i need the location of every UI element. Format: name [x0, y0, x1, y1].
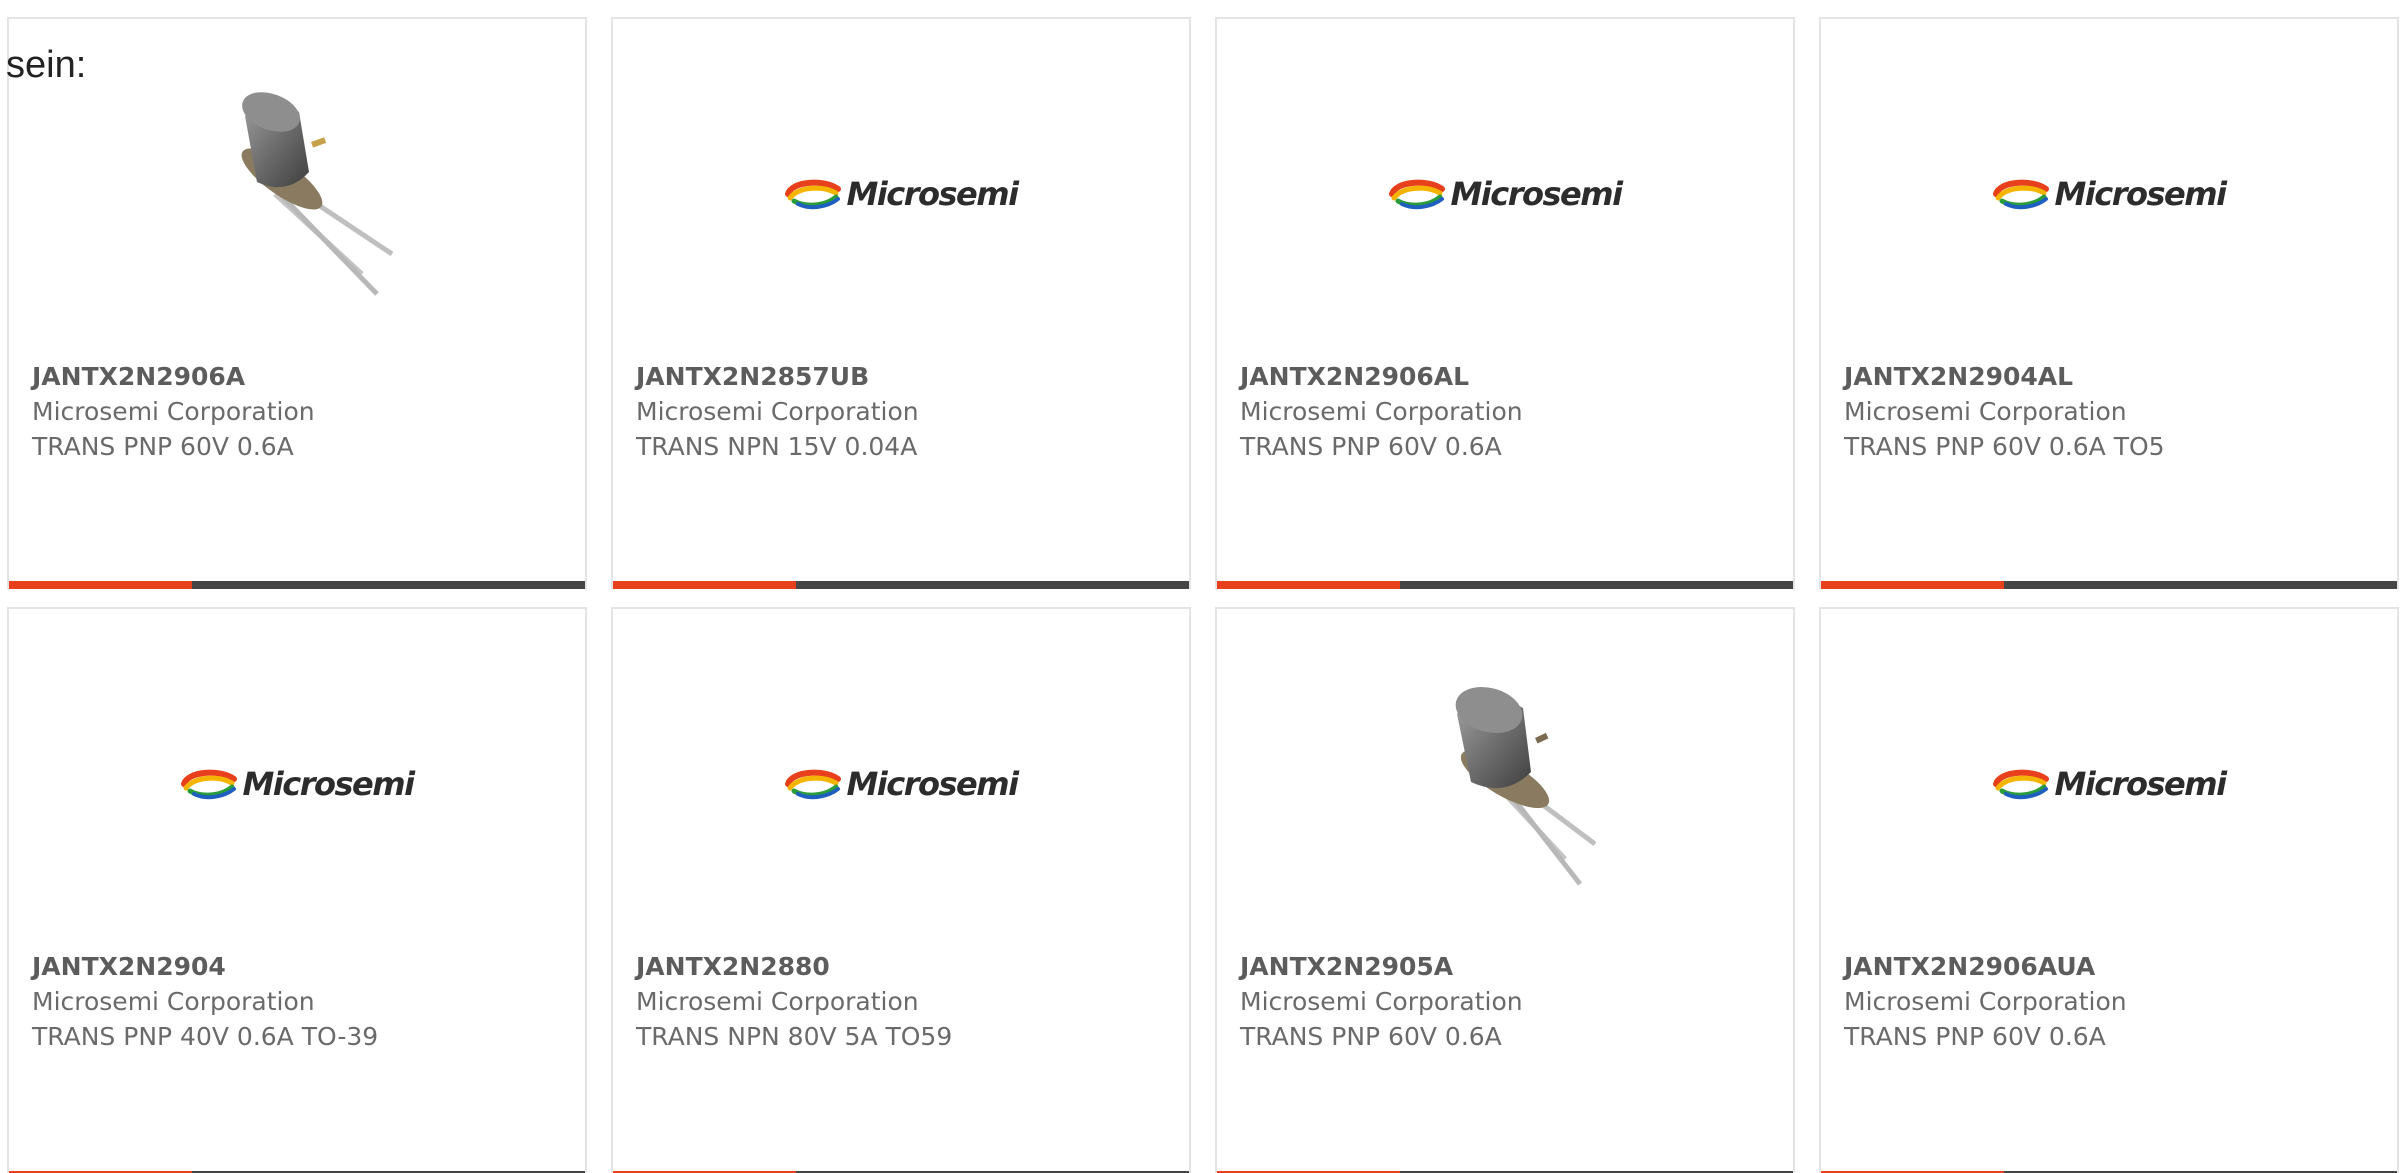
microsemi-swirl-icon	[181, 769, 238, 800]
manufacturer: Microsemi Corporation	[1844, 987, 2127, 1016]
product-grid: JANTX2N2906A Microsemi Corporation TRANS…	[7, 17, 2399, 1173]
part-number[interactable]: JANTX2N2906A	[32, 359, 565, 394]
transistor-image	[1217, 649, 1793, 919]
logo-text: Microsemi	[2054, 765, 2227, 803]
manufacturer: Microsemi Corporation	[636, 397, 919, 426]
accent-bar	[613, 581, 1189, 589]
product-card[interactable]: Microsemi JANTX2N2880 Microsemi Corporat…	[611, 607, 1191, 1173]
microsemi-swirl-icon	[1993, 769, 2050, 800]
description: TRANS NPN 15V 0.04A	[636, 432, 918, 461]
logo-text: Microsemi	[2054, 175, 2227, 213]
part-number[interactable]: JANTX2N2857UB	[636, 359, 1169, 394]
transistor-image	[9, 59, 585, 329]
product-card[interactable]: Microsemi JANTX2N2906AUA Microsemi Corpo…	[1819, 607, 2399, 1173]
description: TRANS NPN 80V 5A TO59	[636, 1022, 953, 1051]
product-card[interactable]: Microsemi JANTX2N2857UB Microsemi Corpor…	[611, 17, 1191, 589]
microsemi-swirl-icon	[1389, 179, 1446, 210]
manufacturer: Microsemi Corporation	[32, 987, 315, 1016]
description: TRANS PNP 40V 0.6A TO-39	[32, 1022, 379, 1051]
description: TRANS PNP 60V 0.6A TO5	[1844, 432, 2165, 461]
microsemi-logo: Microsemi	[9, 649, 585, 919]
logo-text: Microsemi	[242, 765, 415, 803]
description: TRANS PNP 60V 0.6A	[1240, 1022, 1502, 1051]
microsemi-logo: Microsemi	[1821, 59, 2397, 329]
accent-bar	[9, 581, 585, 589]
part-number[interactable]: JANTX2N2906AL	[1240, 359, 1773, 394]
description: TRANS PNP 60V 0.6A	[32, 432, 294, 461]
manufacturer: Microsemi Corporation	[1844, 397, 2127, 426]
part-number[interactable]: JANTX2N2880	[636, 949, 1169, 984]
intro-text: sein:	[6, 44, 87, 86]
product-card[interactable]: Microsemi JANTX2N2906AL Microsemi Corpor…	[1215, 17, 1795, 589]
product-card[interactable]: JANTX2N2906A Microsemi Corporation TRANS…	[7, 17, 587, 589]
microsemi-logo: Microsemi	[613, 59, 1189, 329]
microsemi-logo: Microsemi	[1821, 649, 2397, 919]
manufacturer: Microsemi Corporation	[32, 397, 315, 426]
logo-text: Microsemi	[846, 765, 1019, 803]
product-card[interactable]: Microsemi JANTX2N2904 Microsemi Corporat…	[7, 607, 587, 1173]
microsemi-swirl-icon	[1993, 179, 2050, 210]
microsemi-logo: Microsemi	[613, 649, 1189, 919]
part-number[interactable]: JANTX2N2904	[32, 949, 565, 984]
part-number[interactable]: JANTX2N2905A	[1240, 949, 1773, 984]
part-number[interactable]: JANTX2N2904AL	[1844, 359, 2377, 394]
accent-bar	[1217, 581, 1793, 589]
description: TRANS PNP 60V 0.6A	[1240, 432, 1502, 461]
product-card[interactable]: Microsemi JANTX2N2904AL Microsemi Corpor…	[1819, 17, 2399, 589]
product-card[interactable]: JANTX2N2905A Microsemi Corporation TRANS…	[1215, 607, 1795, 1173]
manufacturer: Microsemi Corporation	[1240, 987, 1523, 1016]
description: TRANS PNP 60V 0.6A	[1844, 1022, 2106, 1051]
microsemi-logo: Microsemi	[1217, 59, 1793, 329]
manufacturer: Microsemi Corporation	[1240, 397, 1523, 426]
microsemi-swirl-icon	[785, 179, 842, 210]
accent-bar	[1821, 581, 2397, 589]
logo-text: Microsemi	[1450, 175, 1623, 213]
logo-text: Microsemi	[846, 175, 1019, 213]
microsemi-swirl-icon	[785, 769, 842, 800]
part-number[interactable]: JANTX2N2906AUA	[1844, 949, 2377, 984]
manufacturer: Microsemi Corporation	[636, 987, 919, 1016]
